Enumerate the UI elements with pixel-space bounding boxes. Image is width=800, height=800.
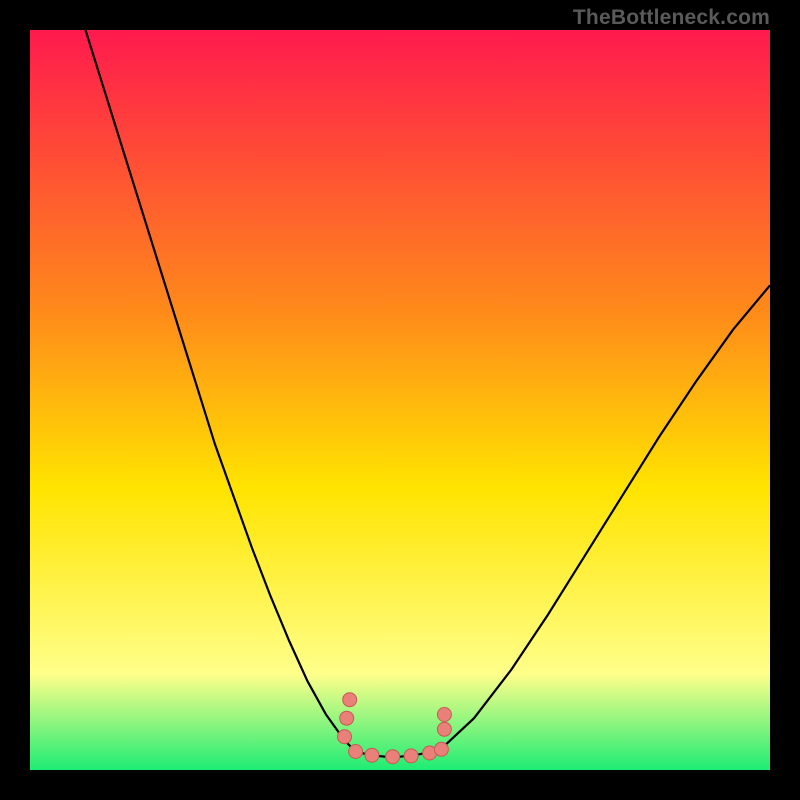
curve-marker <box>343 693 357 707</box>
curve-marker <box>340 711 354 725</box>
chart-svg <box>30 30 770 770</box>
plot-area <box>30 30 770 770</box>
curve-marker <box>338 730 352 744</box>
curve-marker <box>404 749 418 763</box>
gradient-background <box>30 30 770 770</box>
chart-frame: TheBottleneck.com <box>0 0 800 800</box>
curve-marker <box>386 750 400 764</box>
curve-marker <box>349 745 363 759</box>
curve-marker <box>434 742 448 756</box>
curve-marker <box>365 748 379 762</box>
watermark-text: TheBottleneck.com <box>573 6 770 30</box>
curve-marker <box>437 708 451 722</box>
curve-marker <box>437 722 451 736</box>
